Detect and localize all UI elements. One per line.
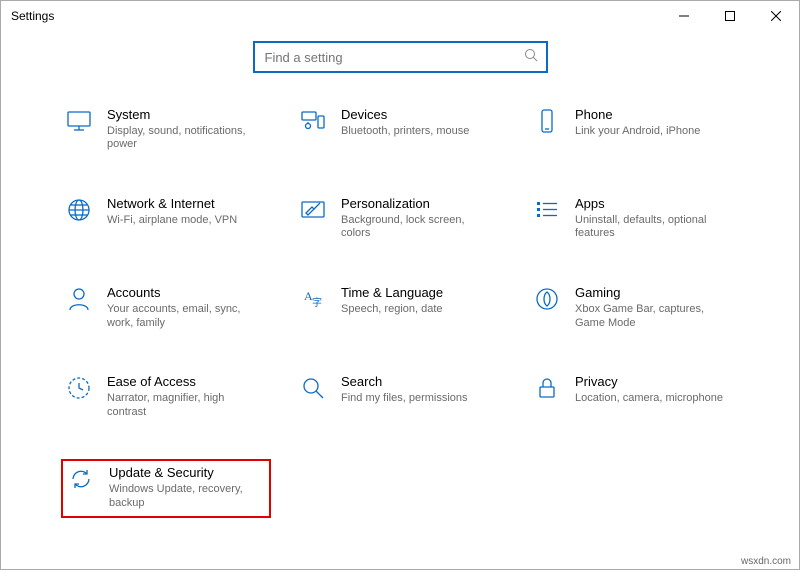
card-title: Network & Internet: [107, 196, 237, 212]
card-sub: Xbox Game Bar, captures, Game Mode: [575, 303, 725, 331]
titlebar: Settings: [1, 1, 799, 31]
card-sub: Location, camera, microphone: [575, 392, 723, 406]
devices-icon: [299, 107, 327, 135]
apps-icon: [533, 196, 561, 224]
magnifier-icon: [299, 374, 327, 402]
card-title: Update & Security: [109, 465, 259, 481]
maximize-button[interactable]: [707, 1, 753, 31]
card-sub: Link your Android, iPhone: [575, 125, 700, 139]
card-network[interactable]: Network & Internet Wi-Fi, airplane mode,…: [61, 192, 271, 247]
card-sub: Uninstall, defaults, optional features: [575, 214, 725, 242]
search-icon: [524, 48, 538, 67]
card-title: Privacy: [575, 374, 723, 390]
card-sub: Find my files, permissions: [341, 392, 468, 406]
settings-grid: System Display, sound, notifications, po…: [1, 73, 799, 518]
card-apps[interactable]: Apps Uninstall, defaults, optional featu…: [529, 192, 739, 247]
card-privacy[interactable]: Privacy Location, camera, microphone: [529, 370, 739, 425]
settings-window: Settings System Display, sound,: [0, 0, 800, 570]
card-search[interactable]: Search Find my files, permissions: [295, 370, 505, 425]
paintbrush-icon: [299, 196, 327, 224]
card-sub: Narrator, magnifier, high contrast: [107, 392, 257, 420]
card-accounts[interactable]: Accounts Your accounts, email, sync, wor…: [61, 281, 271, 336]
sync-icon: [67, 465, 95, 493]
card-phone[interactable]: Phone Link your Android, iPhone: [529, 103, 739, 158]
card-sub: Display, sound, notifications, power: [107, 125, 257, 153]
card-sub: Bluetooth, printers, mouse: [341, 125, 469, 139]
card-personalization[interactable]: Personalization Background, lock screen,…: [295, 192, 505, 247]
card-devices[interactable]: Devices Bluetooth, printers, mouse: [295, 103, 505, 158]
person-icon: [65, 285, 93, 313]
search-input[interactable]: [263, 49, 524, 66]
language-icon: A字: [299, 285, 327, 313]
card-system[interactable]: System Display, sound, notifications, po…: [61, 103, 271, 158]
watermark: wsxdn.com: [741, 556, 791, 567]
card-title: Apps: [575, 196, 725, 212]
svg-text:字: 字: [312, 296, 322, 309]
card-sub: Your accounts, email, sync, work, family: [107, 303, 257, 331]
card-sub: Speech, region, date: [341, 303, 443, 317]
card-title: Time & Language: [341, 285, 443, 301]
card-title: Gaming: [575, 285, 725, 301]
search-box[interactable]: [253, 41, 548, 73]
card-title: Phone: [575, 107, 700, 123]
search-wrap: [1, 41, 799, 73]
card-title: Search: [341, 374, 468, 390]
gaming-icon: [533, 285, 561, 313]
card-ease-of-access[interactable]: Ease of Access Narrator, magnifier, high…: [61, 370, 271, 425]
card-update-security[interactable]: Update & Security Windows Update, recove…: [61, 459, 271, 518]
system-icon: [65, 107, 93, 135]
lock-icon: [533, 374, 561, 402]
close-button[interactable]: [753, 1, 799, 31]
window-title: Settings: [11, 9, 661, 23]
ease-icon: [65, 374, 93, 402]
globe-icon: [65, 196, 93, 224]
card-gaming[interactable]: Gaming Xbox Game Bar, captures, Game Mod…: [529, 281, 739, 336]
card-title: Accounts: [107, 285, 257, 301]
card-title: Ease of Access: [107, 374, 257, 390]
card-sub: Windows Update, recovery, backup: [109, 483, 259, 511]
card-title: System: [107, 107, 257, 123]
card-sub: Background, lock screen, colors: [341, 214, 491, 242]
card-sub: Wi-Fi, airplane mode, VPN: [107, 214, 237, 228]
phone-icon: [533, 107, 561, 135]
card-title: Devices: [341, 107, 469, 123]
card-time-language[interactable]: A字 Time & Language Speech, region, date: [295, 281, 505, 336]
minimize-button[interactable]: [661, 1, 707, 31]
card-title: Personalization: [341, 196, 491, 212]
